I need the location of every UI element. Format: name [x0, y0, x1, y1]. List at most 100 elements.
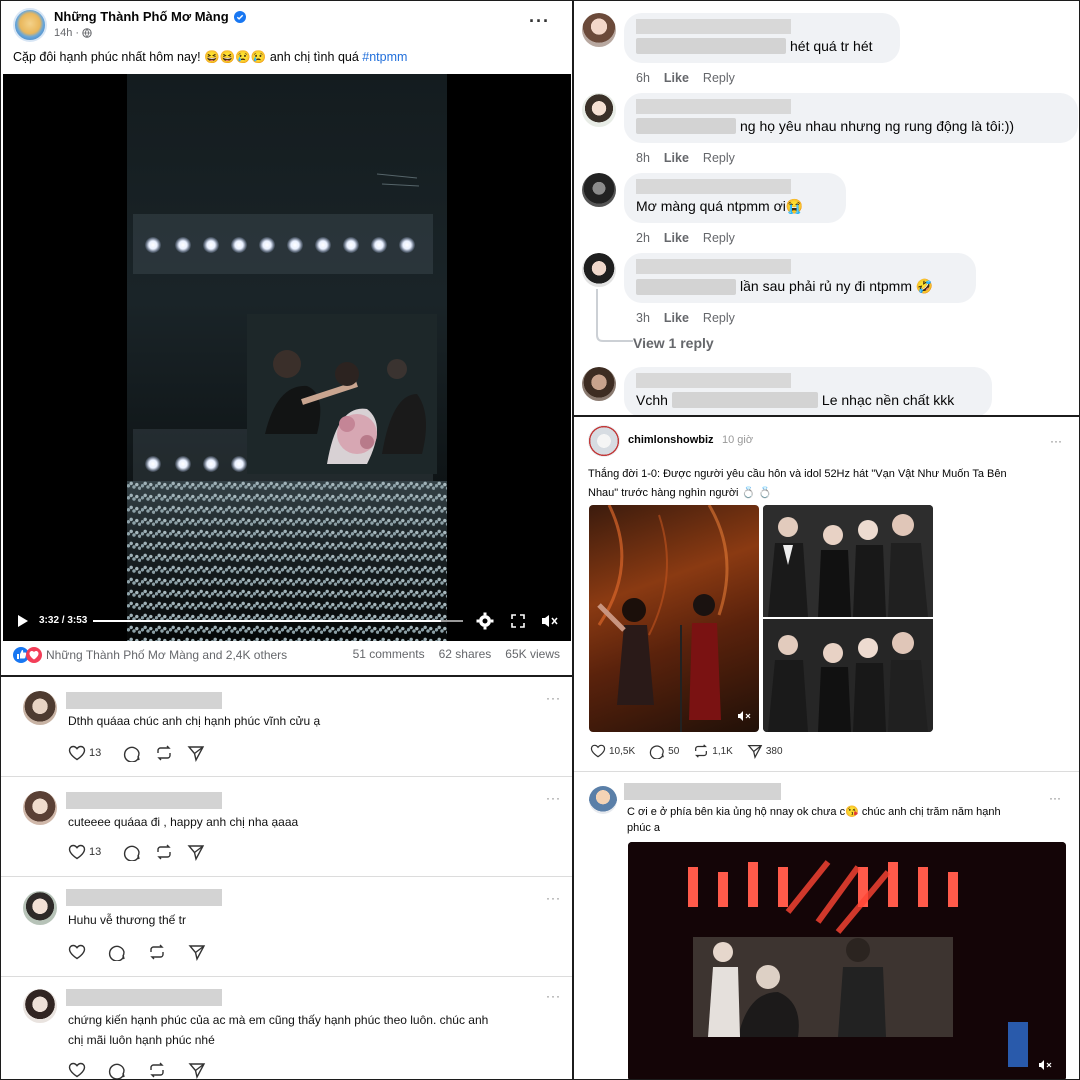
hashtag-link[interactable]: #ntpmm — [362, 50, 407, 64]
avatar[interactable] — [582, 253, 616, 287]
comments-count[interactable]: 51 comments — [353, 647, 425, 661]
repost-icon — [150, 944, 164, 960]
list-item: ··· Huhu vễ thương thế tr — [1, 877, 572, 977]
play-icon[interactable] — [15, 614, 29, 628]
more-options-icon[interactable]: ··· — [1050, 434, 1062, 448]
reply-text: chứng kiến hạnh phúc của ac mà em cũng t… — [68, 1013, 489, 1027]
avatar[interactable] — [589, 786, 617, 814]
mute-icon[interactable] — [1038, 1059, 1052, 1071]
more-options-icon[interactable]: ··· — [546, 791, 561, 805]
post-time[interactable]: 14h · — [54, 27, 79, 39]
reactions-summary[interactable]: Những Thành Phố Mơ Màng and 2,4K others — [13, 647, 287, 663]
video-time: 3:32 / 3:53 — [39, 615, 88, 626]
repost-button[interactable] — [148, 943, 166, 961]
reply-button[interactable]: Reply — [703, 311, 735, 325]
post-video[interactable] — [628, 842, 1066, 1079]
comment-text: Mơ màng quá ntpmm ơi😭 — [636, 198, 804, 214]
send-icon — [188, 1063, 206, 1079]
love-reaction-icon — [26, 647, 42, 663]
like-button[interactable]: Like — [664, 311, 689, 325]
reply-button[interactable]: Reply — [703, 151, 735, 165]
verified-badge-icon — [234, 10, 247, 23]
like-button[interactable] — [68, 944, 86, 960]
reply-thread-line — [596, 289, 633, 342]
avatar[interactable] — [23, 691, 57, 725]
avatar[interactable] — [582, 93, 616, 127]
redacted-mention — [636, 278, 736, 295]
shares-count[interactable]: 62 shares — [439, 647, 492, 661]
comment-bubble: lần sau phải rủ ny đi ntpmm 🤣 — [624, 253, 976, 303]
share-count: 380 — [765, 745, 783, 757]
post-stats: 51 comments 62 shares 65K views — [353, 647, 560, 661]
redacted-name — [66, 692, 222, 709]
share-button[interactable]: 380 — [747, 743, 783, 759]
page-name[interactable]: Những Thành Phố Mơ Màng — [54, 9, 247, 24]
post-text-line2: phúc a — [627, 822, 661, 834]
page-avatar[interactable] — [13, 8, 47, 42]
send-icon — [188, 945, 206, 961]
facebook-post: Những Thành Phố Mơ Màng 14h · ··· Cặp đô… — [0, 0, 573, 676]
share-button[interactable] — [187, 744, 205, 762]
performers-on-stage — [597, 505, 729, 732]
post-image-group-photo[interactable] — [763, 505, 933, 732]
fullscreen-icon[interactable] — [511, 614, 525, 628]
repost-button[interactable] — [155, 843, 173, 861]
repost-button[interactable] — [148, 1061, 166, 1079]
comment-time[interactable]: 2h — [636, 231, 650, 245]
avatar[interactable] — [582, 13, 616, 47]
avatar[interactable] — [582, 173, 616, 207]
comment-button[interactable] — [108, 943, 126, 961]
mute-icon[interactable] — [737, 710, 751, 722]
more-options-icon[interactable]: ··· — [546, 691, 561, 705]
more-options-icon[interactable]: ··· — [546, 891, 561, 905]
redacted-name — [636, 179, 791, 194]
video-player[interactable]: 3:32 / 3:53 — [3, 74, 571, 641]
repost-button[interactable] — [155, 744, 173, 762]
comment-button[interactable] — [123, 744, 141, 762]
like-button[interactable] — [68, 1062, 86, 1078]
share-button[interactable] — [188, 1061, 206, 1079]
redacted-mention — [636, 118, 736, 134]
avatar[interactable] — [23, 989, 57, 1023]
video-progress-bar[interactable] — [93, 620, 463, 622]
share-button[interactable] — [188, 943, 206, 961]
repost-button[interactable]: 1,1K — [693, 743, 733, 759]
comment-time[interactable]: 6h — [636, 71, 650, 85]
username[interactable]: chimlonshowbiz — [628, 434, 714, 446]
settings-gear-icon[interactable] — [476, 612, 494, 630]
avatar[interactable] — [23, 891, 57, 925]
reply-button[interactable]: Reply — [703, 231, 735, 245]
share-button[interactable] — [187, 843, 205, 861]
avatar[interactable] — [582, 367, 616, 401]
comment-time[interactable]: 8h — [636, 151, 650, 165]
view-replies-link[interactable]: View 1 reply — [633, 335, 714, 351]
comment-bubble: Vchh Le nhạc nền chất kkk — [624, 367, 992, 415]
more-options-icon[interactable]: ··· — [529, 11, 550, 32]
redacted-name — [636, 259, 791, 274]
comment-button[interactable] — [108, 1061, 126, 1079]
facebook-comments: hét quá tr hét 6h Like Reply ng họ yêu nha… — [573, 0, 1080, 416]
comment-time[interactable]: 3h — [636, 311, 650, 325]
like-button[interactable]: Like — [664, 71, 689, 85]
more-options-icon[interactable]: ··· — [546, 989, 561, 1003]
post-actions: 10,5K 50 1,1K 380 — [590, 743, 783, 759]
avatar[interactable] — [588, 425, 620, 457]
like-button[interactable]: 10,5K — [590, 744, 635, 758]
post-image-stage[interactable] — [589, 505, 759, 732]
repost-icon — [157, 745, 171, 761]
like-button[interactable]: Like — [664, 151, 689, 165]
heart-icon — [68, 745, 86, 761]
avatar[interactable] — [23, 791, 57, 825]
reply-actions: 13 — [68, 843, 205, 861]
reply-button[interactable]: Reply — [703, 71, 735, 85]
mute-icon[interactable] — [541, 614, 559, 628]
more-options-icon[interactable]: ··· — [1049, 791, 1061, 805]
like-button[interactable]: 13 — [68, 745, 101, 761]
comment-button[interactable] — [123, 843, 141, 861]
comment-button[interactable]: 50 — [649, 743, 679, 759]
like-button[interactable]: 13 — [68, 844, 101, 860]
like-button[interactable]: Like — [664, 231, 689, 245]
comment-bubble-icon — [124, 746, 140, 762]
reply-text: cuteeee quáaa đi , happy anh chị nha ạaa… — [68, 815, 299, 829]
page-name-text[interactable]: Những Thành Phố Mơ Màng — [54, 9, 229, 24]
